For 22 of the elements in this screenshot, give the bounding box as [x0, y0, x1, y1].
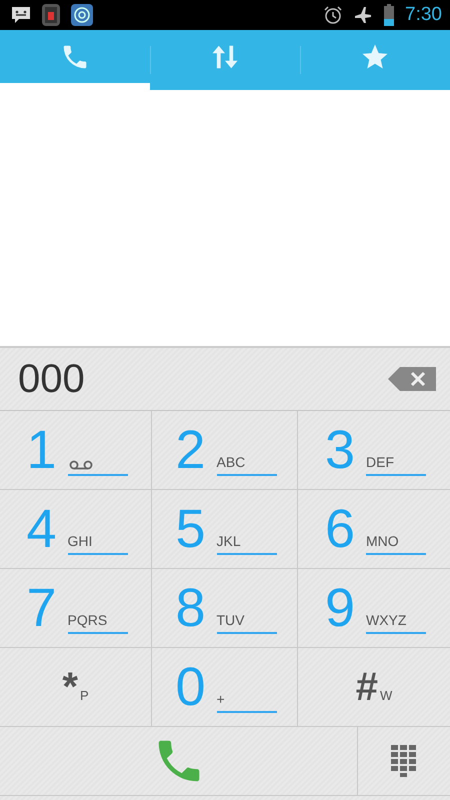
backspace-icon [388, 367, 436, 391]
dial-key[interactable]: #W [298, 648, 450, 727]
dial-key[interactable]: 2 ABC [152, 411, 298, 490]
dial-key[interactable]: *P [0, 648, 152, 727]
airplane-icon [353, 5, 374, 25]
keypad-icon [391, 745, 417, 777]
app-icon [70, 3, 94, 27]
dial-key[interactable]: 6 MNO [298, 490, 450, 569]
backspace-button[interactable] [388, 367, 436, 391]
dial-key[interactable]: 5 JKL [152, 490, 298, 569]
clock-time: 7:30 [405, 4, 442, 26]
dialed-number: 000 [18, 356, 85, 402]
chat-icon [10, 5, 32, 25]
dial-key[interactable]: 8 TUV [152, 569, 298, 648]
dial-key[interactable]: 7 PQRS [0, 569, 152, 648]
dial-key[interactable]: 4 GHI [0, 490, 152, 569]
alarm-icon [323, 5, 344, 25]
dial-key[interactable]: 9 WXYZ [298, 569, 450, 648]
battery-icon [383, 4, 396, 26]
voicemail-icon [68, 460, 94, 470]
dial-key[interactable]: 3 DEF [298, 411, 450, 490]
dial-key[interactable]: 0 + [152, 648, 298, 727]
